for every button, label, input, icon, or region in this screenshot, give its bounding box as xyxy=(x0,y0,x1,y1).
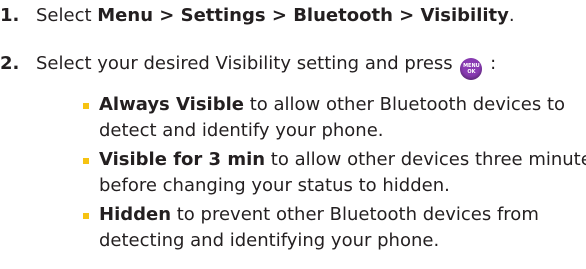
step-number: 1. xyxy=(0,5,20,26)
bullet-icon xyxy=(83,158,89,164)
step-number: 2. xyxy=(0,53,20,74)
step-text: Select Menu > Settings > Bluetooth > Vis… xyxy=(36,5,515,26)
menu-path: Menu > Settings > Bluetooth > Visibility xyxy=(97,5,509,26)
step-1: 1. Select Menu > Settings > Bluetooth > … xyxy=(0,4,586,28)
bullet-icon xyxy=(83,103,89,109)
step-2: 2. Select your desired Visibility settin… xyxy=(0,52,586,80)
option-term: Visible for 3 min xyxy=(99,149,266,170)
instruction-page: 1. Select Menu > Settings > Bluetooth > … xyxy=(0,4,586,251)
option-term: Always Visible xyxy=(99,94,244,115)
option-term: Hidden xyxy=(99,204,172,225)
step-text: Select your desired Visibility setting a… xyxy=(36,52,496,80)
bullet-icon xyxy=(83,213,89,219)
menu-ok-key-icon: MENU OK xyxy=(460,58,483,80)
